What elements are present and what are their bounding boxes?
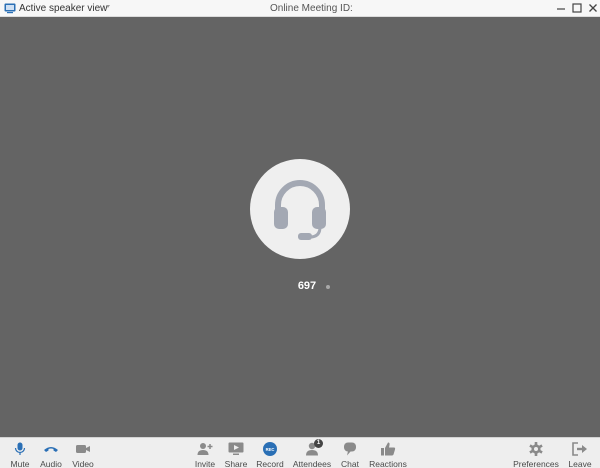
speaker-name: 697: [297, 280, 317, 292]
invite-button[interactable]: Invite: [190, 438, 220, 468]
avatar: [250, 159, 350, 259]
close-icon[interactable]: [587, 2, 599, 14]
minimize-icon[interactable]: [555, 2, 567, 14]
attendees-label: Attendees: [292, 459, 332, 468]
svg-text:REC: REC: [266, 447, 275, 452]
audio-button[interactable]: Audio: [36, 438, 66, 468]
preferences-label: Preferences: [513, 459, 559, 468]
title-bar: Active speaker view Online Meeting ID:: [0, 0, 600, 17]
leave-door-icon: [572, 442, 587, 456]
attendee-count-badge: 1: [314, 439, 323, 448]
gear-icon: [529, 442, 543, 456]
speaking-indicator: [326, 285, 330, 289]
mute-button[interactable]: Mute: [4, 438, 36, 468]
leave-button[interactable]: Leave: [565, 438, 595, 468]
share-button[interactable]: Share: [221, 438, 251, 468]
headset-icon: [274, 180, 326, 240]
reactions-button[interactable]: Reactions: [366, 438, 410, 468]
chat-label: Chat: [341, 459, 359, 468]
attendees-button[interactable]: 1 Attendees: [290, 438, 334, 468]
chevron-down-icon[interactable]: [106, 5, 110, 8]
record-icon: REC: [263, 442, 277, 456]
share-screen-icon: [228, 442, 244, 455]
mute-label: Mute: [10, 459, 30, 468]
chat-button[interactable]: Chat: [336, 438, 364, 468]
leave-label: Leave: [568, 459, 592, 468]
meeting-toolbar: Mute Audio Video Invite Share REC Record…: [0, 437, 600, 468]
video-stage: 697: [0, 18, 600, 437]
video-label: Video: [72, 459, 94, 468]
view-mode-selector[interactable]: Active speaker view: [19, 2, 107, 15]
meeting-id-label: Online Meeting ID:: [270, 3, 353, 14]
app-window-icon: [4, 3, 16, 14]
maximize-icon[interactable]: [571, 2, 583, 14]
audio-label: Audio: [40, 459, 62, 468]
thumbs-up-icon: [381, 442, 396, 456]
video-camera-icon: [76, 445, 90, 453]
microphone-icon: [14, 442, 26, 455]
share-label: Share: [224, 459, 248, 468]
reactions-label: Reactions: [369, 459, 407, 468]
record-button[interactable]: REC Record: [253, 438, 287, 468]
preferences-button[interactable]: Preferences: [512, 438, 560, 468]
video-button[interactable]: Video: [68, 438, 98, 468]
invite-label: Invite: [194, 459, 216, 468]
phone-handset-icon: [44, 447, 58, 452]
chat-bubble-icon: [344, 442, 356, 456]
record-label: Record: [256, 459, 284, 468]
add-person-icon: [197, 443, 213, 455]
